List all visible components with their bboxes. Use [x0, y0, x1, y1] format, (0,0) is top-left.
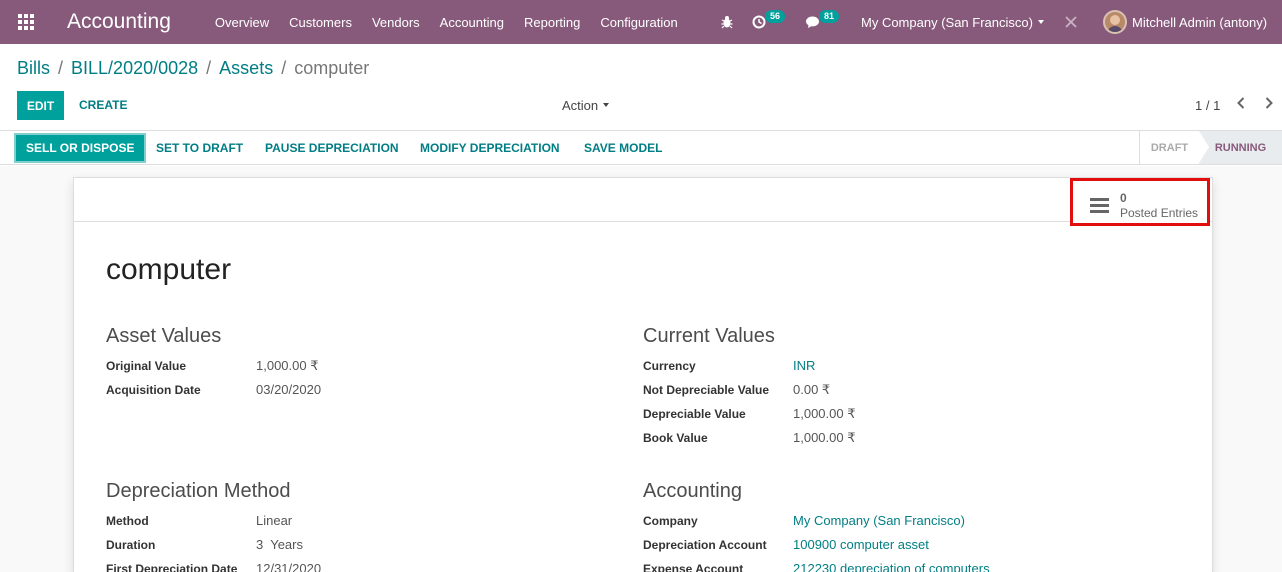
depreciation-method-title: Depreciation Method	[106, 480, 291, 502]
status-bar: SELL OR DISPOSE SET TO DRAFT PAUSE DEPRE…	[0, 130, 1282, 165]
user-menu[interactable]: Mitchell Admin (antony)	[1103, 0, 1267, 44]
action-label: Action	[562, 98, 599, 113]
menu-reporting[interactable]: Reporting	[514, 15, 590, 30]
menu-configuration[interactable]: Configuration	[590, 15, 687, 30]
save-model-button[interactable]: SAVE MODEL	[584, 131, 662, 164]
modify-depreciation-button[interactable]: MODIFY DEPRECIATION	[420, 131, 560, 164]
menu-overview[interactable]: Overview	[205, 15, 279, 30]
asset-name[interactable]: computer	[106, 253, 231, 287]
edit-button[interactable]: EDIT	[17, 91, 64, 120]
pager-value[interactable]: 1 / 1	[1195, 98, 1220, 113]
company-name: My Company (San Francisco)	[861, 14, 1033, 30]
form-sheet: 0 Posted Entries computer Asset Values O…	[73, 177, 1213, 572]
company-switcher[interactable]: My Company (San Francisco)	[861, 0, 1044, 44]
button-box	[74, 178, 1212, 222]
field-label: Book Value	[643, 431, 708, 445]
pager-previous-button[interactable]	[1236, 96, 1246, 115]
field-label: Company	[643, 514, 698, 528]
posted-entries-button[interactable]: 0 Posted Entries	[1070, 178, 1210, 226]
not-depreciable-value[interactable]: 0.00 ₹	[793, 382, 830, 398]
activity-clock-icon[interactable]	[752, 0, 766, 44]
stage-draft[interactable]: DRAFT	[1139, 131, 1199, 164]
main-menu: Overview Customers Vendors Accounting Re…	[205, 15, 688, 30]
field-label: Depreciation Account	[643, 538, 767, 552]
messages-badge: 81	[819, 10, 840, 23]
method-value[interactable]: Linear	[256, 513, 292, 528]
pager-next-button[interactable]	[1264, 96, 1274, 115]
posted-entries-count: 0	[1120, 191, 1127, 205]
menu-vendors[interactable]: Vendors	[362, 15, 430, 30]
menu-accounting[interactable]: Accounting	[430, 15, 514, 30]
chevron-down-icon	[1037, 20, 1044, 24]
breadcrumb-separator: /	[281, 58, 287, 78]
breadcrumb-current: computer	[294, 58, 370, 78]
acquisition-date[interactable]: 03/20/2020	[256, 382, 321, 397]
field-label: Expense Account	[643, 562, 744, 572]
create-button[interactable]: CREATE	[79, 98, 127, 112]
duration-value[interactable]: 3 Years	[256, 537, 303, 552]
book-value: 1,000.00 ₹	[793, 430, 856, 445]
tools-icon[interactable]	[1064, 0, 1078, 44]
field-label: Duration	[106, 538, 156, 552]
field-label: Not Depreciable Value	[643, 383, 770, 397]
currency-link[interactable]: INR	[793, 358, 815, 373]
expense-account-link[interactable]: 212230 depreciation of computers	[793, 561, 990, 572]
depreciation-account-link[interactable]: 100900 computer asset	[793, 537, 929, 552]
stage-arrow	[1199, 131, 1209, 163]
sell-or-dispose-button[interactable]: SELL OR DISPOSE	[13, 133, 147, 163]
field-label: Currency	[643, 359, 696, 373]
bug-icon[interactable]	[720, 0, 734, 44]
list-bars-icon	[1090, 198, 1109, 216]
field-label: Original Value	[106, 359, 187, 373]
activity-badge: 56	[765, 10, 786, 23]
breadcrumb-bills[interactable]: Bills	[17, 58, 50, 79]
breadcrumb-bill[interactable]: BILL/2020/0028	[71, 58, 198, 79]
breadcrumb-separator: /	[206, 58, 212, 78]
field-label: Acquisition Date	[106, 383, 201, 397]
stage-running[interactable]: RUNNING	[1199, 131, 1282, 164]
first-depreciation-date[interactable]: 12/31/2020	[256, 561, 321, 572]
breadcrumb-assets[interactable]: Assets	[219, 58, 273, 79]
apps-menu-icon[interactable]	[0, 0, 52, 44]
current-values-title: Current Values	[643, 325, 775, 347]
posted-entries-label: Posted Entries	[1120, 206, 1199, 220]
original-value[interactable]: 1,000.00 ₹	[256, 358, 319, 374]
asset-values-title: Asset Values	[106, 325, 222, 347]
accounting-title: Accounting	[643, 480, 742, 502]
messages-icon[interactable]	[805, 0, 820, 44]
field-label: Method	[106, 514, 149, 528]
avatar	[1103, 10, 1127, 34]
breadcrumb-separator: /	[58, 58, 64, 78]
set-to-draft-button[interactable]: SET TO DRAFT	[156, 131, 243, 164]
breadcrumb: Bills / BILL/2020/0028 / Assets / comput…	[17, 58, 369, 79]
field-label: First Depreciation Date	[106, 562, 238, 572]
field-label: Depreciable Value	[643, 407, 746, 421]
user-name: Mitchell Admin (antony)	[1132, 14, 1268, 30]
action-dropdown[interactable]: Action	[562, 98, 610, 113]
pause-depreciation-button[interactable]: PAUSE DEPRECIATION	[265, 131, 399, 164]
top-navbar: Accounting Overview Customers Vendors Ac…	[0, 0, 1282, 44]
app-name[interactable]: Accounting	[67, 10, 171, 34]
company-link[interactable]: My Company (San Francisco)	[793, 513, 965, 528]
caret-down-icon	[603, 103, 610, 107]
depreciable-value[interactable]: 1,000.00 ₹	[793, 406, 856, 422]
menu-customers[interactable]: Customers	[279, 15, 362, 30]
